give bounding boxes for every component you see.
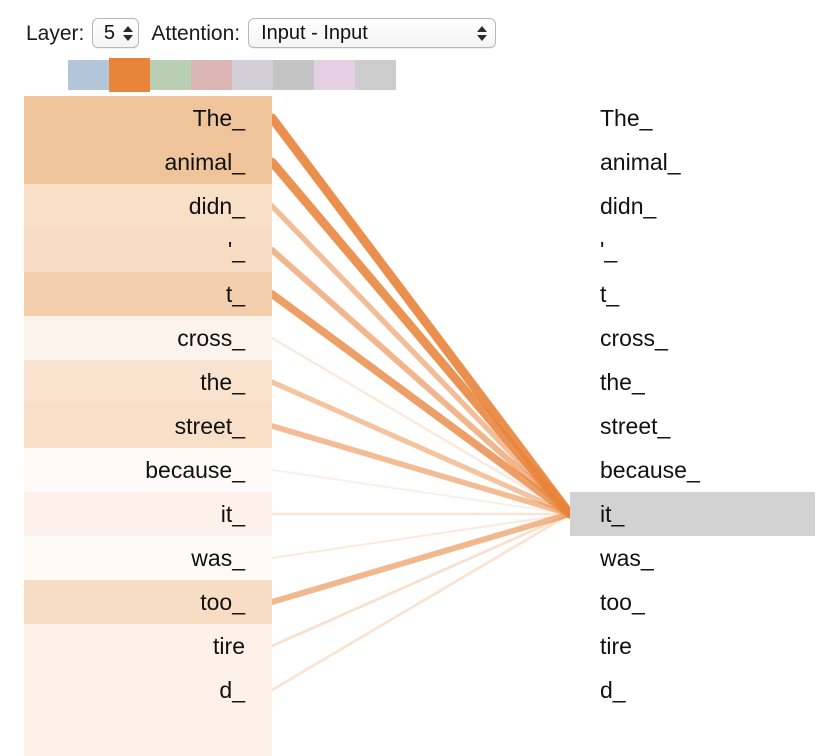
attention-line-13 xyxy=(270,512,572,692)
target-token-2[interactable]: didn_ xyxy=(570,184,815,228)
attention-head-swatch-6[interactable] xyxy=(273,60,314,90)
attention-line-1 xyxy=(267,157,575,519)
source-token-overflow xyxy=(24,712,272,756)
toolbar: Layer: 5 Attention: Input - Input xyxy=(26,16,497,50)
source-token-8[interactable]: because_ xyxy=(24,448,272,492)
target-token-4[interactable]: t_ xyxy=(570,272,815,316)
attention-line-5 xyxy=(270,336,572,516)
layer-stepper-arrows[interactable] xyxy=(123,25,134,41)
layer-stepper[interactable]: 5 xyxy=(92,18,140,48)
triangle-down-icon[interactable] xyxy=(477,34,488,41)
triangle-up-icon[interactable] xyxy=(123,25,134,32)
source-token-column: The_ animal_ didn_ '_ t_ cross_ the_ street_ bec… xyxy=(24,96,272,756)
attention-line-8 xyxy=(271,469,571,515)
attention-line-10 xyxy=(270,512,572,560)
target-token-8[interactable]: because_ xyxy=(570,448,815,492)
layer-label: Layer: xyxy=(26,21,85,45)
target-token-6[interactable]: the_ xyxy=(570,360,815,404)
attention-line-2 xyxy=(269,203,573,517)
attention-head-swatch-3[interactable] xyxy=(150,60,191,90)
attention-line-4 xyxy=(268,290,574,518)
attention-line-0 xyxy=(267,113,575,519)
attention-line-6 xyxy=(269,379,573,517)
source-token-4[interactable]: t_ xyxy=(24,272,272,316)
attention-line-7 xyxy=(269,423,573,517)
attention-select-value: Input - Input xyxy=(261,22,368,44)
target-token-10[interactable]: was_ xyxy=(570,536,815,580)
attention-line-11 xyxy=(269,511,573,605)
source-token-7[interactable]: street_ xyxy=(24,404,272,448)
triangle-up-icon[interactable] xyxy=(477,25,488,32)
target-token-7[interactable]: street_ xyxy=(570,404,815,448)
source-token-0[interactable]: The_ xyxy=(24,96,272,140)
layer-value: 5 xyxy=(103,22,115,44)
target-token-column: The_ animal_ didn_ '_ t_ cross_ the_ street_ bec… xyxy=(570,96,815,712)
source-token-3[interactable]: '_ xyxy=(24,228,272,272)
attention-head-swatch-2[interactable] xyxy=(109,58,150,92)
source-token-6[interactable]: the_ xyxy=(24,360,272,404)
attention-line-12 xyxy=(270,512,572,648)
attention-head-swatch-1[interactable] xyxy=(68,60,109,90)
target-token-1[interactable]: animal_ xyxy=(570,140,815,184)
source-token-9[interactable]: it_ xyxy=(24,492,272,536)
attention-label: Attention: xyxy=(151,21,241,45)
triangle-down-icon[interactable] xyxy=(123,34,134,41)
target-token-3[interactable]: '_ xyxy=(570,228,815,272)
source-token-10[interactable]: was_ xyxy=(24,536,272,580)
attention-head-swatch-8[interactable] xyxy=(355,60,396,90)
target-token-11[interactable]: too_ xyxy=(570,580,815,624)
source-token-1[interactable]: animal_ xyxy=(24,140,272,184)
target-token-9[interactable]: it_ xyxy=(570,492,815,536)
attention-select[interactable]: Input - Input xyxy=(248,18,497,48)
target-token-13[interactable]: d_ xyxy=(570,668,815,712)
target-token-5[interactable]: cross_ xyxy=(570,316,815,360)
attention-select-arrows[interactable] xyxy=(477,25,488,41)
source-token-12[interactable]: tire xyxy=(24,624,272,668)
attention-head-swatch-7[interactable] xyxy=(314,60,355,90)
attention-head-swatch-5[interactable] xyxy=(232,60,273,90)
source-token-5[interactable]: cross_ xyxy=(24,316,272,360)
target-token-12[interactable]: tire xyxy=(570,624,815,668)
attention-visualization: The_ animal_ didn_ '_ t_ cross_ the_ street_ bec… xyxy=(0,92,822,756)
attention-head-swatch-4[interactable] xyxy=(191,60,232,90)
attention-line-3 xyxy=(268,246,574,518)
source-token-11[interactable]: too_ xyxy=(24,580,272,624)
source-token-13[interactable]: d_ xyxy=(24,668,272,712)
target-token-0[interactable]: The_ xyxy=(570,96,815,140)
source-token-2[interactable]: didn_ xyxy=(24,184,272,228)
attention-head-selector[interactable] xyxy=(68,58,396,92)
